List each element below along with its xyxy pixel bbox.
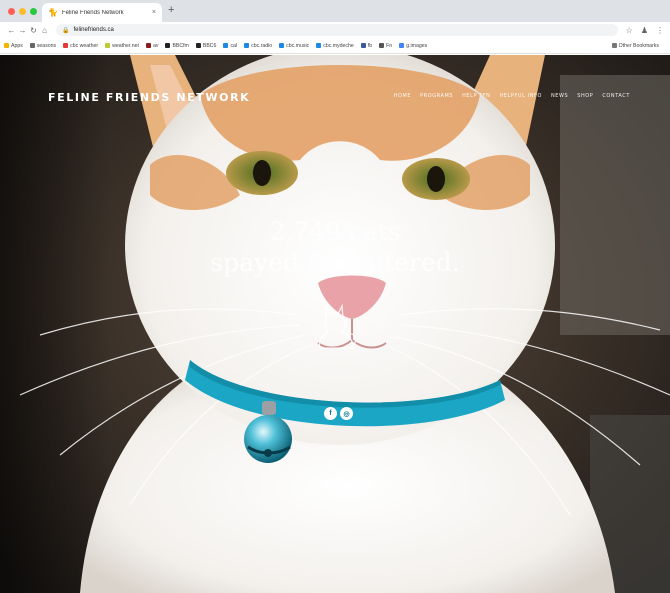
- bookmark-label: g.images: [406, 42, 428, 49]
- address-bar[interactable]: 🔒 felinefriends.ca: [56, 24, 618, 36]
- headline-text: spayed & neutered.: [210, 248, 460, 277]
- site-logo[interactable]: FELINE FRIENDS NETWORK: [48, 91, 250, 104]
- bookmark-label: fb: [367, 42, 373, 49]
- bookmark-item[interactable]: Apps: [4, 43, 23, 49]
- bookmark-item[interactable]: BBCfm: [165, 42, 189, 49]
- bookmark-favicon-icon: [379, 43, 385, 48]
- folder-icon: [611, 43, 617, 48]
- maximize-window-button[interactable]: [30, 8, 37, 15]
- bookmark-item[interactable]: cbc.mydeche: [316, 43, 354, 49]
- bookmark-item[interactable]: av: [145, 42, 159, 49]
- bookmark-label: cbc weather: [70, 42, 99, 49]
- new-tab-button[interactable]: +: [168, 4, 174, 16]
- nav-item-news[interactable]: NEWS: [551, 93, 568, 99]
- other-bookmarks[interactable]: Other Bookmarks: [611, 43, 659, 49]
- bookmark-item[interactable]: cbc weather: [63, 43, 98, 49]
- nav-item-home[interactable]: HOME: [394, 93, 411, 99]
- bookmark-favicon-icon: [244, 43, 250, 48]
- nav-item-contact[interactable]: CONTACT: [602, 93, 630, 99]
- bookmark-label: BBCfm: [172, 42, 189, 49]
- home-icon[interactable]: ⌂: [39, 26, 50, 35]
- browser-toolbar: ← → ↻ ⌂ 🔒 felinefriends.ca ☆ ♟ ⋮: [0, 22, 670, 38]
- minimize-window-button[interactable]: [19, 8, 26, 15]
- bookmark-label: BBC6: [202, 42, 217, 49]
- facebook-icon[interactable]: f: [324, 407, 337, 420]
- back-icon[interactable]: ←: [6, 26, 17, 35]
- headline-count: 2,749 cats: [269, 217, 401, 246]
- extension-icon[interactable]: ♟: [641, 26, 648, 35]
- bookmark-favicon-icon: [316, 43, 322, 48]
- close-window-button[interactable]: [8, 8, 15, 15]
- bookmark-label: Fn: [386, 42, 393, 49]
- bookmark-label: cal: [230, 42, 238, 49]
- cat-favicon-icon: 🐈: [48, 8, 58, 17]
- lock-icon: 🔒: [62, 27, 70, 34]
- instagram-icon[interactable]: ◎: [340, 407, 353, 420]
- url-text: felinefriends.ca: [73, 27, 114, 33]
- bookmark-item[interactable]: fb: [360, 42, 373, 49]
- bookmark-label: cbc.music: [286, 42, 310, 49]
- bookmark-label: seasons: [36, 42, 57, 49]
- bookmark-item[interactable]: seasons: [29, 42, 57, 49]
- forward-icon[interactable]: →: [17, 26, 28, 35]
- bookmark-favicon-icon: [165, 43, 171, 48]
- hero-section: FELINE FRIENDS NETWORK HOME PROGRAMS HELP …: [0, 55, 670, 593]
- bookmark-favicon-icon: [145, 43, 151, 48]
- bookmark-favicon-icon: [29, 43, 35, 48]
- bookmark-item[interactable]: weather.net: [105, 43, 139, 49]
- bookmark-item[interactable]: cal: [223, 43, 237, 49]
- bookmark-favicon-icon: [360, 43, 366, 48]
- main-nav: HOME PROGRAMS HELP FFN HELPFUL INFO NEWS SHOP…: [394, 93, 630, 99]
- bookmark-item[interactable]: g.images: [399, 43, 427, 49]
- bookmark-star-icon[interactable]: ☆: [626, 26, 633, 35]
- tab-close-icon[interactable]: ×: [152, 9, 156, 16]
- nav-item-shop[interactable]: SHOP: [577, 93, 593, 99]
- bookmark-favicon-icon: [399, 43, 405, 48]
- bookmark-favicon-icon: [223, 43, 229, 48]
- menu-kebab-icon[interactable]: ⋮: [656, 26, 664, 35]
- reload-icon[interactable]: ↻: [28, 26, 39, 35]
- bookmark-label: cbc.mydeche: [323, 42, 354, 49]
- bookmark-favicon-icon: [4, 43, 9, 48]
- nav-item-programs[interactable]: PROGRAMS: [420, 93, 453, 99]
- bookmark-label: weather.net: [112, 42, 139, 49]
- nav-item-help-ffn[interactable]: HELP FFN: [462, 93, 490, 99]
- nav-item-helpful-info[interactable]: HELPFUL INFO: [499, 93, 541, 99]
- bookmark-item[interactable]: Fn: [379, 43, 392, 49]
- bookmark-favicon-icon: [279, 43, 285, 48]
- bookmark-item[interactable]: cbc.music: [279, 43, 309, 49]
- bookmarks-bar: Apps seasons cbc weather weather.net av BBCfm…: [0, 38, 670, 54]
- bookmark-label: cbc.radio: [251, 42, 273, 49]
- browser-tab[interactable]: 🐈 Feline Friends Network ×: [42, 3, 162, 22]
- bookmark-item[interactable]: BBC6: [195, 42, 217, 49]
- bookmark-favicon-icon: [63, 43, 69, 48]
- bookmark-label: Apps: [11, 42, 23, 49]
- bookmark-favicon-icon: [195, 43, 201, 48]
- bookmark-item[interactable]: cbc.radio: [244, 43, 272, 49]
- tab-title: Feline Friends Network: [61, 9, 124, 16]
- bookmark-label: av: [152, 42, 159, 49]
- social-links: f ◎: [324, 407, 353, 420]
- browser-tab-strip: 🐈 Feline Friends Network × +: [0, 0, 670, 22]
- cat-outline-icon: [318, 303, 357, 349]
- bookmark-favicon-icon: [105, 43, 111, 48]
